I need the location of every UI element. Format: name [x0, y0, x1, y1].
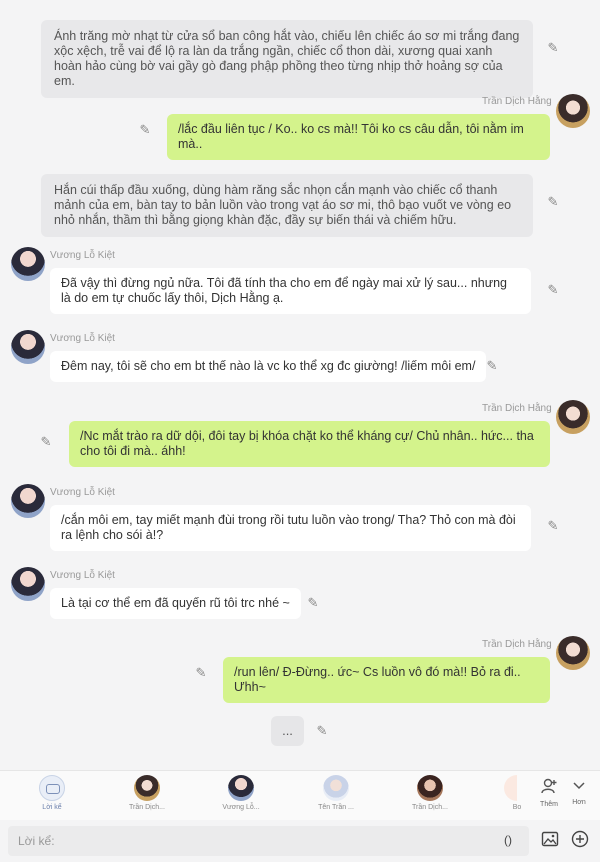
sender-name: Trần Dịch Hằng: [482, 403, 552, 414]
character-message-bubble: Là tại cơ thể em đã quyến rũ tôi trc nhé…: [50, 588, 301, 619]
sender-name: Vương Lỗ Kiệt: [50, 250, 115, 261]
edit-icon[interactable]: ✎: [545, 518, 561, 534]
more-button[interactable]: Hơn: [564, 777, 594, 806]
character-tab[interactable]: Trần Dịch...: [400, 775, 460, 811]
edit-icon[interactable]: ✎: [545, 194, 561, 210]
character-selector-bar: Lời kể Trần Dịch... Vương Lỗ... Tên Trần…: [0, 770, 600, 820]
more-label: Hơn: [572, 799, 586, 806]
character-tab-label: Trần Dịch...: [129, 804, 165, 811]
character-tab-label: Lời kể: [42, 804, 62, 811]
character-tab-label: Vương Lỗ...: [222, 804, 260, 811]
edit-icon[interactable]: ✎: [545, 40, 561, 56]
edit-icon[interactable]: ✎: [137, 122, 153, 138]
user-avatar[interactable]: [556, 400, 590, 434]
action-parentheses-button[interactable]: (): [504, 833, 512, 847]
character-avatar[interactable]: [11, 330, 45, 364]
character-tab-narration[interactable]: Lời kể: [22, 773, 82, 815]
user-message-bubble: /lắc đầu liên tục / Ko.. ko cs mà!! Tôi …: [167, 114, 550, 160]
character-tab[interactable]: Trần Dịch...: [117, 775, 177, 811]
user-message-bubble: /run lên/ Đ-Đừng.. ức~ Cs luồn vô đó mà!…: [223, 657, 550, 703]
chat-area[interactable]: Ánh trăng mờ nhạt từ cửa sổ ban công hắt…: [0, 0, 600, 770]
narration-icon: [39, 775, 65, 801]
character-avatar: [134, 775, 160, 801]
sender-name: Trần Dịch Hằng: [482, 96, 552, 107]
character-avatar: [323, 775, 349, 801]
character-avatar[interactable]: [11, 567, 45, 601]
character-avatar[interactable]: [11, 484, 45, 518]
character-message-bubble: Đêm nay, tôi sẽ cho em bt thế nào là vc …: [50, 351, 487, 382]
narration-bubble: Hắn cúi thấp đầu xuống, dùng hàm răng sắ…: [41, 174, 533, 237]
edit-icon[interactable]: ✎: [545, 282, 561, 298]
sender-name: Trần Dịch Hằng: [482, 639, 552, 650]
user-avatar[interactable]: [556, 94, 590, 128]
character-tab[interactable]: Tên Trần ...: [306, 775, 366, 811]
character-message-bubble: /cắn môi em, tay miết mạnh đùi trong rồi…: [50, 505, 531, 551]
character-tab-label: Bo: [512, 804, 522, 811]
input-bar: Lời kể: (): [0, 820, 600, 862]
user-avatar[interactable]: [556, 636, 590, 670]
narration-input[interactable]: Lời kể:: [8, 826, 529, 856]
character-message-bubble: Đã vậy thì đừng ngủ nữa. Tôi đã tính tha…: [50, 268, 531, 314]
character-avatar[interactable]: [11, 247, 45, 281]
add-character-label: Thêm: [540, 801, 558, 808]
image-icon[interactable]: [539, 830, 561, 852]
character-avatar: [417, 775, 443, 801]
edit-icon[interactable]: ✎: [38, 434, 54, 450]
character-tab-label: Trần Dịch...: [412, 804, 448, 811]
plus-circle-icon[interactable]: [569, 830, 591, 852]
edit-icon[interactable]: ✎: [314, 723, 330, 739]
add-character-button[interactable]: Thêm: [534, 777, 564, 808]
edit-icon[interactable]: ✎: [484, 358, 500, 374]
continue-ellipsis-button[interactable]: ...: [271, 716, 304, 746]
sender-name: Vương Lỗ Kiệt: [50, 333, 115, 344]
user-message-bubble: /Nc mắt trào ra dữ dội, đôi tay bị khóa …: [69, 421, 550, 467]
character-avatar: [228, 775, 254, 801]
sender-name: Vương Lỗ Kiệt: [50, 487, 115, 498]
character-tab-label: Tên Trần ...: [318, 804, 354, 811]
person-add-icon: [534, 777, 564, 801]
edit-icon[interactable]: ✎: [193, 665, 209, 681]
sender-name: Vương Lỗ Kiệt: [50, 570, 115, 581]
chevron-down-icon: [564, 777, 594, 799]
character-avatar: [504, 775, 530, 801]
edit-icon[interactable]: ✎: [305, 595, 321, 611]
narration-bubble: Ánh trăng mờ nhạt từ cửa sổ ban công hắt…: [41, 20, 533, 98]
character-tab[interactable]: Vương Lỗ...: [211, 775, 271, 811]
